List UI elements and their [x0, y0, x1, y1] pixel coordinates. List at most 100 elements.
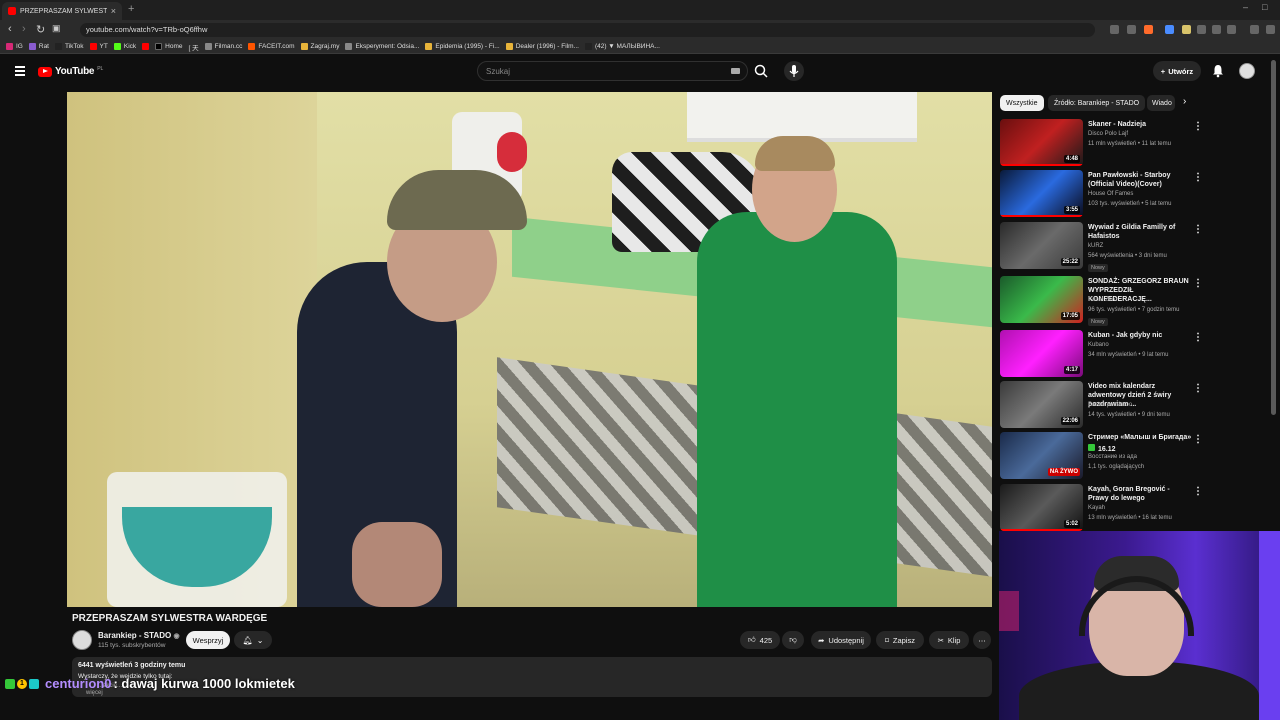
video-title: PRZEPRASZAM SYLWESTRA WARDĘGE	[72, 613, 268, 624]
bell-icon: 🔔︎	[242, 635, 253, 645]
chip-news[interactable]: Wiado	[1147, 95, 1175, 111]
account-avatar[interactable]	[1239, 63, 1255, 79]
reload-icon[interactable]: ↻	[36, 23, 45, 36]
video-thumbnail[interactable]: NA ŻYWO	[1000, 432, 1083, 479]
clip-button[interactable]: ✂ Klip	[929, 631, 969, 649]
video-thumbnail[interactable]: 4:48	[1000, 119, 1083, 166]
plus-icon: +	[1160, 66, 1166, 76]
site-info-icon[interactable]: ▣	[52, 23, 61, 34]
recommended-video[interactable]: 22:06 Video mix kalendarz adwentowy dzie…	[1000, 381, 1270, 430]
channel-avatar[interactable]	[72, 630, 92, 650]
page-scrollbar[interactable]	[1271, 60, 1276, 415]
more-vert-icon[interactable]: ⋮	[1193, 278, 1203, 289]
like-button[interactable]: 👍︎ 425	[740, 631, 780, 649]
bookmark[interactable]: [ 天	[188, 42, 198, 52]
scissors-icon: ✂	[937, 635, 944, 645]
brave-shield-icon[interactable]	[1144, 25, 1153, 34]
bookmark[interactable]: Home	[155, 43, 182, 50]
bookmark[interactable]	[142, 43, 150, 50]
menu-icon[interactable]	[1266, 25, 1275, 34]
video-player[interactable]	[67, 92, 992, 607]
recommended-video[interactable]: 4:48 Skaner - Nadzieja Disco Polo Lajf 1…	[1000, 119, 1270, 168]
extension-icon[interactable]	[1182, 25, 1191, 34]
more-vert-icon[interactable]: ⋮	[1193, 486, 1203, 497]
chip-all[interactable]: Wszystkie	[1000, 95, 1044, 111]
bookmark[interactable]: Kick	[113, 43, 136, 50]
recommended-video[interactable]: 17:05 SONDAŻ: GRZEGORZ BRAUN WYPRZEDZIŁ …	[1000, 276, 1270, 326]
bookmark[interactable]: Epidemia (1995) - Fi...	[425, 43, 500, 50]
video-thumbnail[interactable]: 25:22	[1000, 222, 1083, 269]
subscription-bell-button[interactable]: 🔔︎ ⌄	[234, 631, 272, 649]
bookmark[interactable]: Dealer (1996) - Film...	[505, 43, 579, 50]
maximize-icon[interactable]: □	[1262, 2, 1267, 12]
keyboard-icon[interactable]	[731, 68, 740, 74]
share-button[interactable]: ➦ Udostępnij	[811, 631, 871, 649]
close-tab-icon[interactable]: ×	[111, 6, 116, 16]
more-vert-icon[interactable]: ⋮	[1193, 332, 1203, 343]
new-badge: Nowy	[1088, 318, 1108, 326]
bookmark[interactable]: Zagraj.my	[300, 43, 339, 50]
recommended-video[interactable]: 5:02 Kayah, Goran Bregović - Prawy do le…	[1000, 484, 1270, 533]
bookmark[interactable]: TikTok	[55, 43, 84, 50]
dislike-button[interactable]: 👎︎	[782, 631, 804, 649]
recommended-video[interactable]: 3:55 Pan Pawłowski - Starboy (Official V…	[1000, 170, 1270, 219]
support-button[interactable]: Wesprzyj	[186, 631, 230, 649]
video-thumbnail[interactable]: 3:55	[1000, 170, 1083, 217]
video-thumbnail[interactable]: 17:05	[1000, 276, 1083, 323]
bookmark[interactable]: YT	[89, 43, 108, 50]
instagram-icon	[6, 43, 13, 50]
browser-tab-strip: PRZEPRASZAM SYLWESTRA WARDĘGE × + – □	[0, 0, 1280, 20]
stream-chat-message: 1 centurion0 : dawaj kurwa 1000 lokmiete…	[5, 676, 295, 691]
more-vert-icon[interactable]: ⋮	[1193, 224, 1203, 235]
x-icon	[155, 43, 163, 50]
more-actions-button[interactable]: ⋯	[973, 631, 991, 649]
url-field[interactable]: youtube.com/watch?v=TRb-oQ6ffhw	[80, 23, 1095, 37]
sidebar-icon[interactable]	[1250, 25, 1259, 34]
more-icon: ⋯	[978, 635, 986, 645]
more-vert-icon[interactable]: ⋮	[1193, 172, 1203, 183]
recommended-video[interactable]: 4:17 Kuban - Jak gdyby nic Kubano 34 mln…	[1000, 330, 1270, 379]
search-input[interactable]: Szukaj	[477, 61, 748, 81]
bookmark[interactable]: FACEIT.com	[248, 43, 295, 50]
link-icon[interactable]	[1227, 25, 1236, 34]
bookmark[interactable]: Eksperyment: Odsia...	[345, 43, 419, 50]
recommended-video[interactable]: 25:22 Wywiad z Gildia Familly of Hafaist…	[1000, 222, 1270, 272]
forward-icon[interactable]: ›	[22, 23, 26, 35]
video-thumbnail[interactable]: 22:06	[1000, 381, 1083, 428]
more-vert-icon[interactable]: ⋮	[1193, 121, 1203, 132]
bookmark-icon	[425, 43, 433, 50]
hamburger-menu-icon[interactable]	[15, 66, 25, 78]
download-icon[interactable]	[1212, 25, 1221, 34]
more-vert-icon[interactable]: ⋮	[1193, 383, 1203, 394]
cast-icon[interactable]	[1110, 25, 1119, 34]
bookmark[interactable]: IG	[6, 43, 23, 50]
bookmark[interactable]: Filman.cc	[204, 43, 242, 50]
recommended-video[interactable]: NA ŻYWO Стример «Малыш и Бригада» 16.12 …	[1000, 432, 1270, 481]
chip-source[interactable]: Źródło: Barankiep - STADO	[1048, 95, 1146, 111]
bookmark[interactable]: (42) ▼ МАЛЫВИНА...	[584, 43, 660, 50]
bookmark-icon	[28, 43, 36, 50]
more-vert-icon[interactable]: ⋮	[1193, 434, 1203, 445]
new-badge: Nowy	[1088, 264, 1108, 272]
minimize-icon[interactable]: –	[1243, 2, 1248, 12]
new-tab-icon[interactable]: +	[128, 3, 134, 15]
extension-icon[interactable]	[1197, 25, 1206, 34]
browser-tab[interactable]: PRZEPRASZAM SYLWESTRA WARDĘGE ×	[2, 2, 122, 20]
youtube-icon	[89, 43, 97, 50]
save-button[interactable]: ⌑ Zapisz	[876, 631, 924, 649]
share-icon[interactable]	[1127, 25, 1136, 34]
channel-name[interactable]: Barankiep - STADO ◉	[98, 631, 180, 640]
bookmark[interactable]: Rat	[28, 43, 49, 50]
chevron-down-icon: ⌄	[256, 635, 264, 645]
video-thumbnail[interactable]: 5:02	[1000, 484, 1083, 531]
video-thumbnail[interactable]: 4:17	[1000, 330, 1083, 377]
extension-icon[interactable]	[1165, 25, 1174, 34]
back-icon[interactable]: ‹	[8, 23, 12, 35]
create-button[interactable]: + Utwórz	[1153, 61, 1201, 81]
notifications-bell-icon[interactable]	[1211, 64, 1225, 78]
live-badge: NA ŻYWO	[1047, 468, 1080, 476]
chevron-right-icon[interactable]: ›	[1183, 96, 1186, 107]
voice-search-button[interactable]	[784, 61, 804, 81]
youtube-logo[interactable]: YouTube PL	[38, 66, 103, 77]
search-icon[interactable]	[752, 63, 770, 79]
